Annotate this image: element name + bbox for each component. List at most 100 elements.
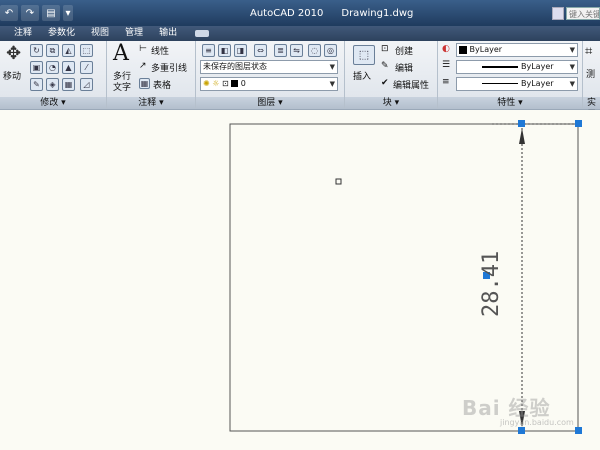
unlock-icon: ⊡ xyxy=(221,79,229,88)
create-block-icon[interactable]: ⊡ xyxy=(381,44,389,54)
title-bar: ↶ ↷ ▤ ▾ AutoCAD 2010 Drawing1.dwg 键入关键字 xyxy=(0,0,600,26)
scale-icon[interactable]: ▣ xyxy=(30,61,43,74)
grip-bottom-dimension[interactable] xyxy=(518,427,525,434)
ribbon: ✥ 移动 ↻ ⧉ ◭ ⬚ ▣ ◔ ▲ ⁄ ✎ ◈ ▦ ◿ 修改 ▾ A 多行 文… xyxy=(0,41,600,120)
window-title: AutoCAD 2010 Drawing1.dwg xyxy=(250,8,413,19)
lineweight-sample xyxy=(482,65,519,68)
explode-icon[interactable]: ▦ xyxy=(62,78,75,91)
utilities-panel: ⌗ 测 实用 xyxy=(583,41,600,120)
quick-access-toolbar: ↶ ↷ ▤ ▾ xyxy=(0,4,73,22)
chevron-down-icon: ▼ xyxy=(569,63,575,71)
measure-icon[interactable]: ⌗ xyxy=(585,44,592,59)
help-search-input[interactable]: 键入关键字 xyxy=(566,7,600,20)
cursor-pickbox xyxy=(335,178,342,185)
stretch-icon[interactable]: ⬚ xyxy=(80,44,93,57)
search-options-icon[interactable] xyxy=(552,7,564,20)
color-swatch xyxy=(459,45,467,54)
grip-top-dimension[interactable] xyxy=(518,120,525,127)
table-icon[interactable]: ▦ xyxy=(139,78,150,89)
rotate-icon[interactable]: ↻ xyxy=(30,44,43,57)
move-icon[interactable]: ✥ xyxy=(6,43,21,64)
properties-panel: ◐ ByLayer ▼ ☰ ByLayer ▼ ≡ ByLayer ▼ 特性 ▾ xyxy=(438,41,583,109)
linear-dimension-icon[interactable]: ⊢ xyxy=(139,44,147,54)
layer-state-dropdown[interactable]: 未保存的图层状态 ▼ xyxy=(200,60,338,74)
trim-icon[interactable]: ⁄ xyxy=(80,61,93,74)
array-icon[interactable]: ▲ xyxy=(62,61,75,74)
tab-annotate[interactable]: 注释 xyxy=(0,26,40,41)
fillet-icon[interactable]: ◔ xyxy=(46,61,59,74)
app-name: AutoCAD 2010 xyxy=(250,8,324,19)
annotation-panel-label[interactable]: 注释 ▾ xyxy=(107,97,195,109)
mirror-icon[interactable]: ◭ xyxy=(62,44,75,57)
current-layer-dropdown[interactable]: ✺ ☼ ⊡ 0 ▼ xyxy=(200,77,338,91)
tab-view[interactable]: 视图 xyxy=(83,26,117,41)
lineweight-value: ByLayer xyxy=(521,62,554,71)
color-value: ByLayer xyxy=(469,45,503,54)
color-dropdown[interactable]: ByLayer ▼ xyxy=(456,43,578,57)
copy-icon[interactable]: ⧉ xyxy=(46,44,59,57)
table-label[interactable]: 表格 xyxy=(153,78,171,91)
layer-match-icon[interactable]: ⇔ xyxy=(254,44,267,57)
layer-unisolate-icon[interactable]: ⇋ xyxy=(290,44,303,57)
modify-panel-label[interactable]: 修改 ▾ xyxy=(0,97,106,109)
linetype-sample xyxy=(482,83,519,84)
layer-freeze-icon[interactable]: ◌ xyxy=(308,44,321,57)
layer-isolate-icon[interactable]: ≣ xyxy=(274,44,287,57)
measure-label[interactable]: 测 xyxy=(586,67,595,80)
print-icon[interactable]: ▤ xyxy=(42,5,60,21)
grip-bottom-right[interactable] xyxy=(575,427,582,434)
layer-state-value: 未保存的图层状态 xyxy=(203,62,267,71)
multileader-icon[interactable]: ↗ xyxy=(139,61,147,71)
edit-attributes-icon[interactable]: ✔ xyxy=(381,78,389,88)
rectangle-object[interactable] xyxy=(229,123,579,432)
annotation-panel: A 多行 文字 ⊢ 线性 ↗ 多重引线 ▦ 表格 注释 ▾ xyxy=(107,41,196,109)
tab-parametric[interactable]: 参数化 xyxy=(40,26,83,41)
block-panel-label[interactable]: 块 ▾ xyxy=(345,97,437,109)
lineweight-dropdown[interactable]: ByLayer ▼ xyxy=(456,60,578,74)
utilities-panel-label[interactable]: 实用 xyxy=(583,97,600,120)
linear-dimension-label[interactable]: 线性 xyxy=(151,44,169,57)
multiline-text-label-2[interactable]: 文字 xyxy=(113,80,131,93)
move-button-label[interactable]: 移动 xyxy=(3,69,21,82)
layer-prev-icon[interactable]: ◧ xyxy=(218,44,231,57)
multiline-text-icon[interactable]: A xyxy=(113,41,129,66)
chamfer-icon[interactable]: ◿ xyxy=(80,78,93,91)
color-wheel-icon[interactable]: ◐ xyxy=(442,44,450,54)
tab-manage[interactable]: 管理 xyxy=(117,26,151,41)
lightbulb-icon: ✺ xyxy=(203,79,210,88)
layer-off-icon[interactable]: ◎ xyxy=(324,44,337,57)
modify-panel: ✥ 移动 ↻ ⧉ ◭ ⬚ ▣ ◔ ▲ ⁄ ✎ ◈ ▦ ◿ 修改 ▾ xyxy=(0,41,107,109)
multileader-label[interactable]: 多重引线 xyxy=(151,61,187,74)
insert-block-icon[interactable]: ⬚ xyxy=(353,45,375,65)
chevron-down-icon: ▼ xyxy=(329,80,335,88)
document-name: Drawing1.dwg xyxy=(341,8,414,19)
layer-state-icon[interactable]: ◨ xyxy=(234,44,247,57)
erase-icon[interactable]: ✎ xyxy=(30,78,43,91)
grip-top-right[interactable] xyxy=(575,120,582,127)
dimension-text[interactable]: 28.41 xyxy=(479,251,504,317)
dimension-arrow-top xyxy=(519,128,525,144)
layer-color-swatch xyxy=(231,80,239,87)
block-panel: ⬚ 插入 ⊡ 创建 ✎ 编辑 ✔ 编辑属性 块 ▾ xyxy=(345,41,438,109)
edit-block-icon[interactable]: ✎ xyxy=(381,61,389,71)
ribbon-tab-bar: 注释 参数化 视图 管理 输出 xyxy=(0,26,600,41)
edit-block-label[interactable]: 编辑 xyxy=(395,61,413,74)
layers-panel-label[interactable]: 图层 ▾ xyxy=(196,97,344,109)
edit-attributes-label[interactable]: 编辑属性 xyxy=(393,78,429,91)
layer-properties-icon[interactable]: ≡ xyxy=(202,44,215,57)
undo-icon[interactable]: ↶ xyxy=(0,5,18,21)
drawing-canvas[interactable]: 28.41 Bai 经验 jingyan.baidu.com xyxy=(0,110,600,450)
properties-panel-label[interactable]: 特性 ▾ xyxy=(438,97,582,109)
linetype-icon[interactable]: ≡ xyxy=(442,77,450,87)
ribbon-minimize-button[interactable] xyxy=(195,30,210,37)
lineweight-icon[interactable]: ☰ xyxy=(442,60,450,70)
tab-output[interactable]: 输出 xyxy=(151,26,185,41)
linetype-dropdown[interactable]: ByLayer ▼ xyxy=(456,77,578,91)
offset-icon[interactable]: ◈ xyxy=(46,78,59,91)
qat-dropdown-icon[interactable]: ▾ xyxy=(63,5,73,21)
insert-label[interactable]: 插入 xyxy=(353,69,371,82)
chevron-down-icon: ▼ xyxy=(329,63,335,71)
sun-icon: ☼ xyxy=(212,79,220,88)
redo-icon[interactable]: ↷ xyxy=(21,5,39,21)
create-block-label[interactable]: 创建 xyxy=(395,44,413,57)
